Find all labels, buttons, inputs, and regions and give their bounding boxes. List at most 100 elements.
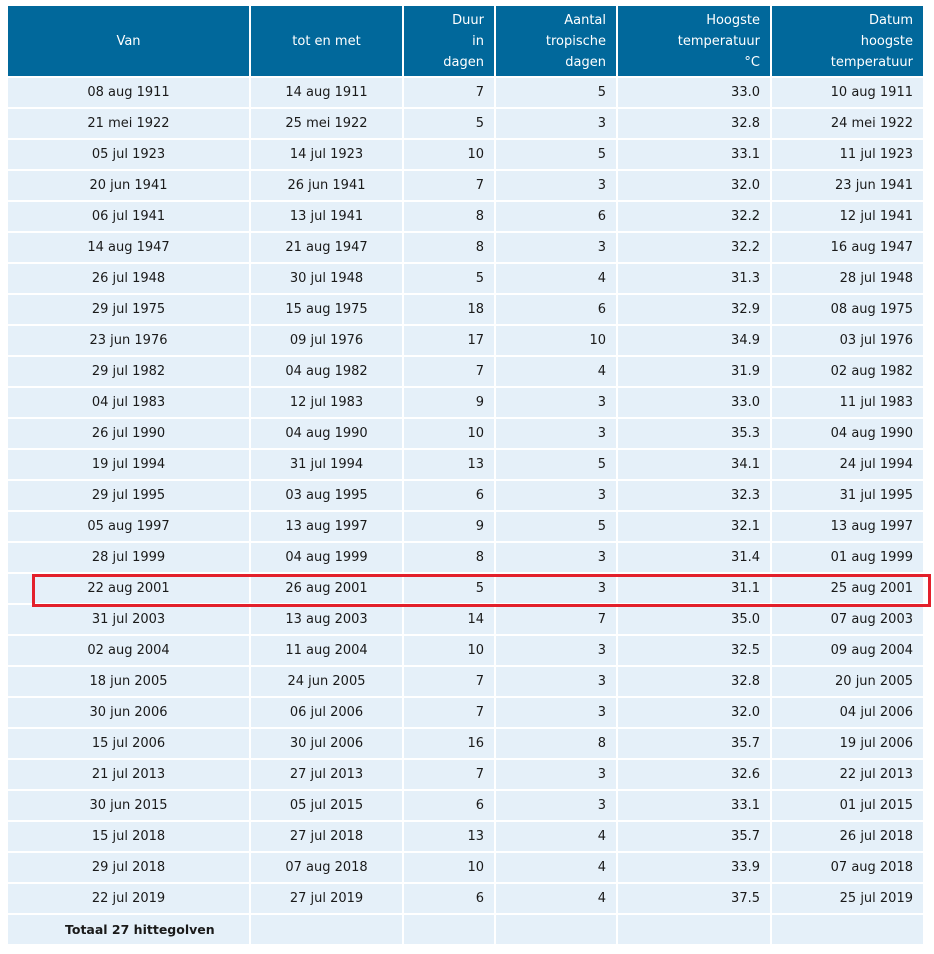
cell-tropische-dagen: 4 bbox=[494, 851, 618, 884]
cell-van: 26 jul 1990 bbox=[6, 417, 251, 450]
cell-tropische-dagen: 4 bbox=[494, 262, 618, 295]
table-row: 06 jul 1941 13 jul 1941 8 6 32.2 12 jul 1941 bbox=[6, 200, 925, 233]
cell-tot-en-met: 13 jul 1941 bbox=[249, 200, 404, 233]
cell-duur: 9 bbox=[402, 386, 496, 419]
cell-tot-en-met: 03 aug 1995 bbox=[249, 479, 404, 512]
cell-van: 22 jul 2019 bbox=[6, 882, 251, 915]
table-row: 15 jul 2006 30 jul 2006 16 8 35.7 19 jul 2006 bbox=[6, 727, 925, 760]
cell-tropische-dagen: 3 bbox=[494, 696, 618, 729]
cell-tot-en-met: 31 jul 1994 bbox=[249, 448, 404, 481]
cell-van: 20 jun 1941 bbox=[6, 169, 251, 202]
cell-tot-en-met: 21 aug 1947 bbox=[249, 231, 404, 264]
table-row: 29 jul 2018 07 aug 2018 10 4 33.9 07 aug 2018 bbox=[6, 851, 925, 884]
cell-van: 06 jul 1941 bbox=[6, 200, 251, 233]
cell-van: 26 jul 1948 bbox=[6, 262, 251, 295]
cell-tot-en-met: 07 aug 2018 bbox=[249, 851, 404, 884]
cell-van: 28 jul 1999 bbox=[6, 541, 251, 574]
cell-tropische-dagen: 4 bbox=[494, 820, 618, 853]
total-row: Totaal 27 hittegolven bbox=[6, 913, 925, 946]
table-row: 28 jul 1999 04 aug 1999 8 3 31.4 01 aug 1999 bbox=[6, 541, 925, 574]
cell-duur: 6 bbox=[402, 882, 496, 915]
header-duur: Duur in dagen bbox=[402, 6, 496, 77]
table-row: 29 jul 1995 03 aug 1995 6 3 32.3 31 jul 1995 bbox=[6, 479, 925, 512]
cell-tropische-dagen: 4 bbox=[494, 882, 618, 915]
table-row: 30 jun 2015 05 jul 2015 6 3 33.1 01 jul 2015 bbox=[6, 789, 925, 822]
header-hoogste-temperatuur: Hoogste temperatuur °C bbox=[616, 6, 772, 77]
cell-datum-hoogste: 26 jul 2018 bbox=[770, 820, 925, 853]
cell-hoogste-temperatuur: 33.1 bbox=[616, 789, 772, 822]
cell-tot-en-met: 14 jul 1923 bbox=[249, 138, 404, 171]
cell-hoogste-temperatuur: 32.3 bbox=[616, 479, 772, 512]
table-row: 29 jul 1982 04 aug 1982 7 4 31.9 02 aug 1982 bbox=[6, 355, 925, 388]
table-row: 15 jul 2018 27 jul 2018 13 4 35.7 26 jul 2018 bbox=[6, 820, 925, 853]
table-row: 05 aug 1997 13 aug 1997 9 5 32.1 13 aug 1997 bbox=[6, 510, 925, 543]
cell-hoogste-temperatuur: 34.1 bbox=[616, 448, 772, 481]
cell-van: 31 jul 2003 bbox=[6, 603, 251, 636]
cell-duur: 10 bbox=[402, 851, 496, 884]
cell-tropische-dagen: 3 bbox=[494, 417, 618, 450]
cell-hoogste-temperatuur: 35.0 bbox=[616, 603, 772, 636]
cell-hoogste-temperatuur: 33.1 bbox=[616, 138, 772, 171]
cell-datum-hoogste: 07 aug 2003 bbox=[770, 603, 925, 636]
cell-tropische-dagen: 6 bbox=[494, 200, 618, 233]
table-row: 19 jul 1994 31 jul 1994 13 5 34.1 24 jul 1994 bbox=[6, 448, 925, 481]
cell-tot-en-met: 04 aug 1990 bbox=[249, 417, 404, 450]
cell-tot-en-met: 25 mei 1922 bbox=[249, 107, 404, 140]
table-row: 22 jul 2019 27 jul 2019 6 4 37.5 25 jul 2019 bbox=[6, 882, 925, 915]
cell-van: 30 jun 2015 bbox=[6, 789, 251, 822]
cell-duur: 7 bbox=[402, 355, 496, 388]
cell-duur: 10 bbox=[402, 417, 496, 450]
cell-hoogste-temperatuur: 32.5 bbox=[616, 634, 772, 667]
cell-hoogste-temperatuur: 32.1 bbox=[616, 510, 772, 543]
cell-duur: 16 bbox=[402, 727, 496, 760]
cell-hoogste-temperatuur: 37.5 bbox=[616, 882, 772, 915]
cell-hoogste-temperatuur: 31.9 bbox=[616, 355, 772, 388]
cell-tropische-dagen: 3 bbox=[494, 231, 618, 264]
cell-tot-en-met: 14 aug 1911 bbox=[249, 76, 404, 109]
cell-tropische-dagen: 5 bbox=[494, 76, 618, 109]
cell-hoogste-temperatuur: 34.9 bbox=[616, 324, 772, 357]
cell-hoogste-temperatuur: 32.2 bbox=[616, 200, 772, 233]
cell-duur: 10 bbox=[402, 138, 496, 171]
cell-duur: 8 bbox=[402, 200, 496, 233]
cell-duur: 7 bbox=[402, 758, 496, 791]
cell-tot-en-met: 04 aug 1999 bbox=[249, 541, 404, 574]
cell-van: 21 mei 1922 bbox=[6, 107, 251, 140]
cell-tot-en-met: 26 aug 2001 bbox=[249, 572, 404, 605]
cell-duur: 7 bbox=[402, 696, 496, 729]
cell-tot-en-met: 12 jul 1983 bbox=[249, 386, 404, 419]
table-row: 08 aug 1911 14 aug 1911 7 5 33.0 10 aug 1911 bbox=[6, 76, 925, 109]
cell-duur: 9 bbox=[402, 510, 496, 543]
cell-datum-hoogste: 24 jul 1994 bbox=[770, 448, 925, 481]
cell-hoogste-temperatuur: 31.3 bbox=[616, 262, 772, 295]
cell-hoogste-temperatuur: 33.0 bbox=[616, 76, 772, 109]
cell-tropische-dagen: 6 bbox=[494, 293, 618, 326]
cell-datum-hoogste: 10 aug 1911 bbox=[770, 76, 925, 109]
cell-hoogste-temperatuur: 35.7 bbox=[616, 820, 772, 853]
cell-van: 04 jul 1983 bbox=[6, 386, 251, 419]
empty-cell bbox=[770, 913, 925, 946]
cell-hoogste-temperatuur: 32.9 bbox=[616, 293, 772, 326]
table-row: 21 jul 2013 27 jul 2013 7 3 32.6 22 jul 2013 bbox=[6, 758, 925, 791]
cell-datum-hoogste: 03 jul 1976 bbox=[770, 324, 925, 357]
cell-duur: 8 bbox=[402, 231, 496, 264]
cell-hoogste-temperatuur: 32.0 bbox=[616, 169, 772, 202]
cell-datum-hoogste: 04 jul 2006 bbox=[770, 696, 925, 729]
cell-duur: 13 bbox=[402, 820, 496, 853]
cell-datum-hoogste: 28 jul 1948 bbox=[770, 262, 925, 295]
cell-hoogste-temperatuur: 33.0 bbox=[616, 386, 772, 419]
cell-duur: 17 bbox=[402, 324, 496, 357]
cell-van: 08 aug 1911 bbox=[6, 76, 251, 109]
cell-datum-hoogste: 20 jun 2005 bbox=[770, 665, 925, 698]
cell-tot-en-met: 05 jul 2015 bbox=[249, 789, 404, 822]
cell-datum-hoogste: 11 jul 1983 bbox=[770, 386, 925, 419]
cell-hoogste-temperatuur: 32.2 bbox=[616, 231, 772, 264]
cell-van: 23 jun 1976 bbox=[6, 324, 251, 357]
cell-duur: 6 bbox=[402, 789, 496, 822]
table-row: 20 jun 1941 26 jun 1941 7 3 32.0 23 jun 1941 bbox=[6, 169, 925, 202]
cell-van: 29 jul 1982 bbox=[6, 355, 251, 388]
cell-van: 05 jul 1923 bbox=[6, 138, 251, 171]
cell-duur: 5 bbox=[402, 262, 496, 295]
cell-van: 29 jul 1975 bbox=[6, 293, 251, 326]
cell-tot-en-met: 24 jun 2005 bbox=[249, 665, 404, 698]
